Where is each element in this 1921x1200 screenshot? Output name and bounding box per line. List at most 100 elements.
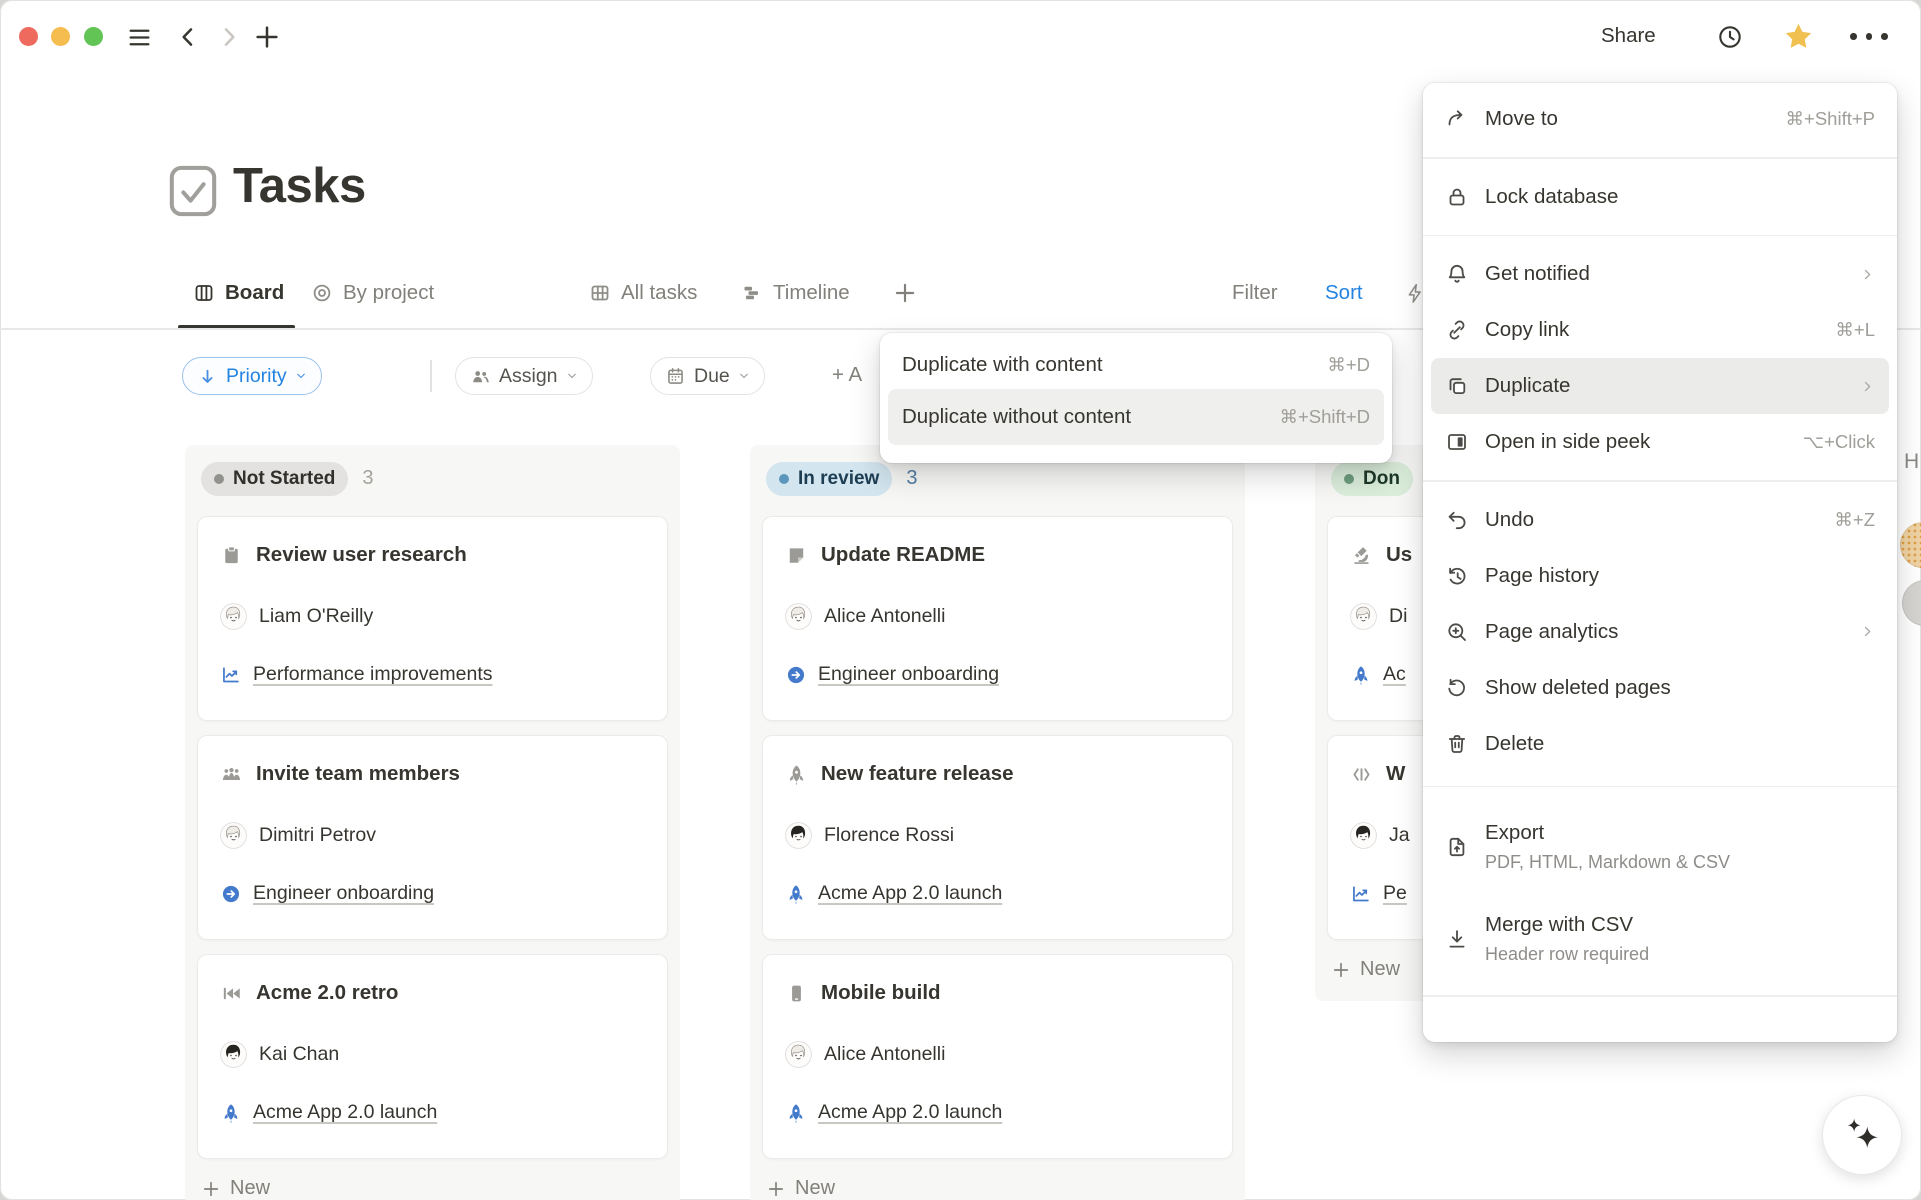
- relation-link[interactable]: Pe: [1383, 882, 1407, 905]
- traffic-light-zoom[interactable]: [84, 27, 103, 46]
- clock-icon[interactable]: [1716, 23, 1744, 51]
- submenu-item-duplicate-with-content[interactable]: Duplicate with content⌘+D: [888, 341, 1384, 389]
- tab-by-project[interactable]: By project: [296, 270, 448, 315]
- star-icon[interactable]: [1783, 21, 1814, 52]
- task-card[interactable]: New feature releaseFlorence RossiAcme Ap…: [762, 735, 1233, 940]
- menu-item-undo[interactable]: Undo⌘+Z: [1423, 492, 1897, 548]
- tab-label: Board: [225, 281, 284, 305]
- page-title[interactable]: Tasks: [233, 158, 366, 214]
- card-title: Invite team members: [256, 762, 460, 786]
- menu-item-label: Show deleted pages: [1485, 676, 1875, 700]
- task-card[interactable]: Acme 2.0 retroKai ChanAcme App 2.0 launc…: [197, 954, 668, 1159]
- column-cards: Update README Alice Antonelli Engineer onb…: [762, 516, 1233, 1159]
- column-status-pill[interactable]: Not Started: [201, 462, 348, 496]
- menu-item-open-in-side-peek[interactable]: Open in side peek⌥+Click: [1423, 414, 1897, 470]
- menu-item-text: ExportPDF, HTML, Markdown & CSV: [1485, 821, 1875, 873]
- column-count: 3: [362, 467, 373, 490]
- card-assignee-row: Kai Chan: [220, 1041, 645, 1068]
- arrow-circle-icon: [785, 664, 807, 686]
- task-card[interactable]: Invite team members Dimitri Petrov Enginee…: [197, 735, 668, 940]
- chevron-right-icon: [1860, 624, 1875, 639]
- sort-chip-priority[interactable]: Priority: [182, 357, 322, 395]
- assignee-name: Alice Antonelli: [824, 1043, 945, 1066]
- card-relation-row: Acme App 2.0 launch: [785, 1101, 1210, 1124]
- hamburger-icon[interactable]: [124, 25, 155, 50]
- menu-item-copy-link[interactable]: Copy link⌘+L: [1423, 302, 1897, 358]
- sparkles-icon: [1841, 1114, 1883, 1156]
- relation-link[interactable]: Acme App 2.0 launch: [818, 882, 1002, 905]
- menu-item-lock-database[interactable]: Lock database: [1423, 169, 1897, 225]
- menu-item-delete[interactable]: Delete: [1423, 716, 1897, 772]
- filter-chip-assign[interactable]: Assign: [455, 357, 593, 395]
- menu-item-move-to[interactable]: Move to⌘+Shift+P: [1423, 91, 1897, 147]
- menu-item-export[interactable]: ExportPDF, HTML, Markdown & CSV: [1423, 801, 1897, 893]
- arrow-circle-icon: [220, 883, 242, 905]
- status-dot: [1344, 474, 1354, 484]
- avatar: [1902, 580, 1921, 626]
- menu-item-label: Lock database: [1485, 185, 1875, 209]
- task-card[interactable]: Mobile buildAlice AntonelliAcme App 2.0 …: [762, 954, 1233, 1159]
- menu-item-merge-with-csv[interactable]: Merge with CSVHeader row required: [1423, 893, 1897, 985]
- task-card[interactable]: Update README Alice Antonelli Engineer onb…: [762, 516, 1233, 721]
- chevron-down-icon: [738, 370, 750, 382]
- new-card-button[interactable]: New: [766, 1177, 1229, 1200]
- new-label: New: [1360, 958, 1400, 981]
- side-peek-icon: [1445, 430, 1469, 454]
- avatar: [220, 1041, 247, 1068]
- add-view-icon[interactable]: [892, 280, 918, 306]
- tab-board[interactable]: Board: [178, 270, 298, 315]
- menu-item-label: Duplicate: [1485, 374, 1844, 398]
- menu-item-page-analytics[interactable]: Page analytics: [1423, 604, 1897, 660]
- card-assignee-row: Alice Antonelli: [785, 603, 1210, 630]
- menu-item-show-deleted-pages[interactable]: Show deleted pages: [1423, 660, 1897, 716]
- new-tab-icon[interactable]: [252, 22, 282, 52]
- status-label: Not Started: [233, 468, 335, 490]
- checkbox-icon[interactable]: [168, 165, 218, 217]
- menu-item-label: Merge with CSV: [1485, 913, 1875, 937]
- export-icon: [1445, 835, 1469, 859]
- tab-all-tasks[interactable]: All tasks: [574, 270, 711, 315]
- traffic-light-close[interactable]: [19, 27, 38, 46]
- column-status-pill[interactable]: In review: [766, 462, 892, 496]
- menu-divider: [1423, 157, 1897, 159]
- relation-link[interactable]: Acme App 2.0 launch: [253, 1101, 437, 1124]
- card-title: W: [1386, 762, 1405, 786]
- menu-item-page-history[interactable]: Page history: [1423, 548, 1897, 604]
- status-label: In review: [798, 468, 879, 490]
- card-title-row: Update README: [785, 543, 1210, 567]
- avatar: [1350, 603, 1377, 630]
- status-label: Don: [1363, 468, 1400, 490]
- shortcut-hint: ⌘+Shift+P: [1786, 108, 1875, 130]
- menu-item-get-notified[interactable]: Get notified: [1423, 246, 1897, 302]
- people-icon: [470, 366, 491, 387]
- column-count: 3: [906, 467, 917, 490]
- filter-button[interactable]: Filter: [1232, 281, 1278, 305]
- plus-icon: [1331, 960, 1351, 980]
- back-icon[interactable]: [175, 24, 201, 50]
- relation-link[interactable]: Acme App 2.0 launch: [818, 1101, 1002, 1124]
- share-button[interactable]: Share: [1601, 24, 1656, 48]
- ai-assistant-button[interactable]: [1822, 1095, 1902, 1175]
- tab-timeline[interactable]: Timeline: [726, 270, 864, 315]
- clipboard-icon: [220, 544, 243, 567]
- task-card[interactable]: Review user researchLiam O'ReillyPerform…: [197, 516, 668, 721]
- add-filter-button[interactable]: + A: [832, 363, 862, 387]
- traffic-light-minimize[interactable]: [51, 27, 70, 46]
- column-status-pill[interactable]: Don: [1331, 462, 1413, 496]
- relation-link[interactable]: Engineer onboarding: [818, 663, 999, 686]
- filter-chip-due[interactable]: Due: [650, 357, 765, 395]
- menu-item-label: Copy link: [1485, 318, 1819, 342]
- new-label: New: [230, 1177, 270, 1200]
- relation-link[interactable]: Ac: [1383, 663, 1406, 686]
- more-options-button[interactable]: [1850, 33, 1888, 40]
- arrow-down-icon: [197, 366, 218, 387]
- menu-item-label: Page analytics: [1485, 620, 1844, 644]
- submenu-item-duplicate-without-content[interactable]: Duplicate without content⌘+Shift+D: [888, 389, 1384, 445]
- assignee-name: Ja: [1389, 824, 1410, 847]
- card-assignee-row: Dimitri Petrov: [220, 822, 645, 849]
- new-card-button[interactable]: New: [201, 1177, 664, 1200]
- sort-button[interactable]: Sort: [1325, 281, 1363, 305]
- relation-link[interactable]: Engineer onboarding: [253, 882, 434, 905]
- menu-item-duplicate[interactable]: Duplicate: [1431, 358, 1889, 414]
- relation-link[interactable]: Performance improvements: [253, 663, 493, 686]
